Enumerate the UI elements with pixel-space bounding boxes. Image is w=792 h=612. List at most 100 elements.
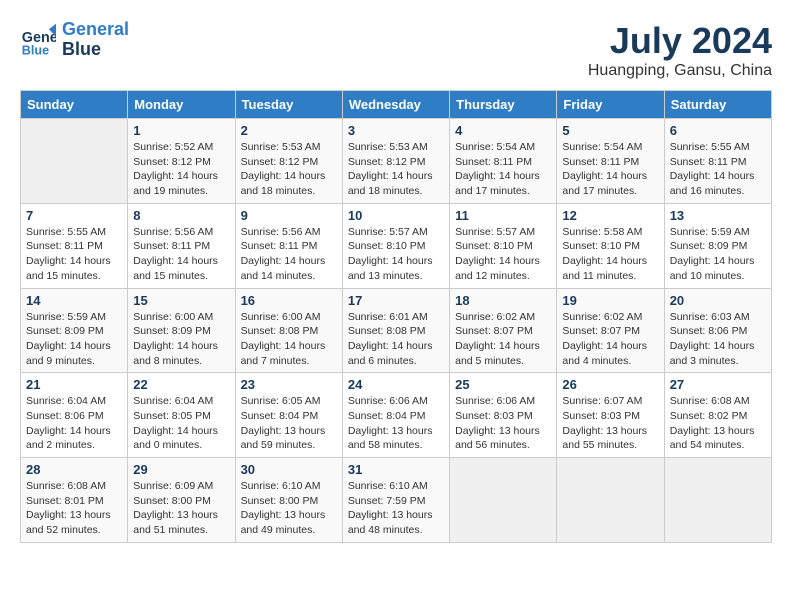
day-number: 18 [455,293,551,308]
calendar-cell [557,458,664,543]
day-number: 23 [241,377,337,392]
day-number: 11 [455,208,551,223]
calendar-cell: 23 Sunrise: 6:05 AM Sunset: 8:04 PM Dayli… [235,373,342,458]
calendar-cell: 25Sunrise: 6:06 AM Sunset: 8:03 PM Dayli… [450,373,557,458]
column-header-monday: Monday [128,91,235,119]
day-info: Sunrise: 6:02 AM Sunset: 8:07 PM Dayligh… [455,310,551,369]
day-info: Sunrise: 6:02 AM Sunset: 8:07 PM Dayligh… [562,310,658,369]
day-number: 5 [562,123,658,138]
logo-icon: General Blue [20,22,56,58]
day-info: Sunrise: 6:04 AM Sunset: 8:06 PM Dayligh… [26,394,122,453]
day-info: Sunrise: 5:57 AM Sunset: 8:10 PM Dayligh… [348,225,444,284]
day-number: 1 [133,123,229,138]
page-header: General Blue GeneralBlue July 2024 Huang… [20,20,772,80]
column-header-sunday: Sunday [21,91,128,119]
day-number: 16 [241,293,337,308]
day-number: 28 [26,462,122,477]
calendar-cell: 26Sunrise: 6:07 AM Sunset: 8:03 PM Dayli… [557,373,664,458]
calendar-cell: 7Sunrise: 5:55 AM Sunset: 8:11 PM Daylig… [21,203,128,288]
day-info: Sunrise: 5:55 AM Sunset: 8:11 PM Dayligh… [670,140,766,199]
calendar-cell: 28 Sunrise: 6:08 AM Sunset: 8:01 PM Dayli… [21,458,128,543]
calendar-cell: 29 Sunrise: 6:09 AM Sunset: 8:00 PM Dayli… [128,458,235,543]
day-number: 7 [26,208,122,223]
day-info: Sunrise: 6:03 AM Sunset: 8:06 PM Dayligh… [670,310,766,369]
calendar-cell: 13 Sunrise: 5:59 AM Sunset: 8:09 PM Dayli… [664,203,771,288]
column-header-saturday: Saturday [664,91,771,119]
calendar-cell: 30Sunrise: 6:10 AM Sunset: 8:00 PM Dayli… [235,458,342,543]
day-info: Sunrise: 6:06 AM Sunset: 8:04 PM Dayligh… [348,394,444,453]
day-info: Sunrise: 6:05 AM Sunset: 8:04 PM Dayligh… [241,394,337,453]
calendar-cell: 12 Sunrise: 5:58 AM Sunset: 8:10 PM Dayli… [557,203,664,288]
day-info: Sunrise: 5:53 AM Sunset: 8:12 PM Dayligh… [348,140,444,199]
calendar-header-row: SundayMondayTuesdayWednesdayThursdayFrid… [21,91,772,119]
day-info: Sunrise: 5:54 AM Sunset: 8:11 PM Dayligh… [562,140,658,199]
column-header-thursday: Thursday [450,91,557,119]
calendar-cell: 31Sunrise: 6:10 AM Sunset: 7:59 PM Dayli… [342,458,449,543]
column-header-tuesday: Tuesday [235,91,342,119]
day-info: Sunrise: 5:57 AM Sunset: 8:10 PM Dayligh… [455,225,551,284]
calendar-cell: 5 Sunrise: 5:54 AM Sunset: 8:11 PM Daylig… [557,119,664,204]
day-info: Sunrise: 6:00 AM Sunset: 8:08 PM Dayligh… [241,310,337,369]
day-number: 3 [348,123,444,138]
day-info: Sunrise: 5:52 AM Sunset: 8:12 PM Dayligh… [133,140,229,199]
day-info: Sunrise: 6:10 AM Sunset: 8:00 PM Dayligh… [241,479,337,538]
day-info: Sunrise: 5:56 AM Sunset: 8:11 PM Dayligh… [241,225,337,284]
calendar-week-row: 21Sunrise: 6:04 AM Sunset: 8:06 PM Dayli… [21,373,772,458]
day-number: 25 [455,377,551,392]
column-header-friday: Friday [557,91,664,119]
day-info: Sunrise: 6:08 AM Sunset: 8:01 PM Dayligh… [26,479,122,538]
calendar-cell: 15 Sunrise: 6:00 AM Sunset: 8:09 PM Dayli… [128,288,235,373]
logo-text: GeneralBlue [62,20,129,60]
calendar-week-row: 28 Sunrise: 6:08 AM Sunset: 8:01 PM Dayli… [21,458,772,543]
calendar-week-row: 1 Sunrise: 5:52 AM Sunset: 8:12 PM Daylig… [21,119,772,204]
day-number: 26 [562,377,658,392]
day-info: Sunrise: 5:54 AM Sunset: 8:11 PM Dayligh… [455,140,551,199]
day-number: 6 [670,123,766,138]
day-number: 15 [133,293,229,308]
day-info: Sunrise: 6:01 AM Sunset: 8:08 PM Dayligh… [348,310,444,369]
calendar-cell: 14 Sunrise: 5:59 AM Sunset: 8:09 PM Dayli… [21,288,128,373]
day-number: 29 [133,462,229,477]
month-title: July 2024 [588,20,772,62]
day-number: 24 [348,377,444,392]
day-number: 19 [562,293,658,308]
day-number: 12 [562,208,658,223]
day-info: Sunrise: 6:08 AM Sunset: 8:02 PM Dayligh… [670,394,766,453]
calendar-cell: 19 Sunrise: 6:02 AM Sunset: 8:07 PM Dayli… [557,288,664,373]
day-info: Sunrise: 6:00 AM Sunset: 8:09 PM Dayligh… [133,310,229,369]
calendar-cell: 9 Sunrise: 5:56 AM Sunset: 8:11 PM Daylig… [235,203,342,288]
day-number: 4 [455,123,551,138]
calendar-cell: 1 Sunrise: 5:52 AM Sunset: 8:12 PM Daylig… [128,119,235,204]
calendar-week-row: 7Sunrise: 5:55 AM Sunset: 8:11 PM Daylig… [21,203,772,288]
calendar-week-row: 14 Sunrise: 5:59 AM Sunset: 8:09 PM Dayli… [21,288,772,373]
day-info: Sunrise: 6:10 AM Sunset: 7:59 PM Dayligh… [348,479,444,538]
calendar-cell: 8Sunrise: 5:56 AM Sunset: 8:11 PM Daylig… [128,203,235,288]
calendar-cell: 27Sunrise: 6:08 AM Sunset: 8:02 PM Dayli… [664,373,771,458]
day-number: 8 [133,208,229,223]
day-info: Sunrise: 5:59 AM Sunset: 8:09 PM Dayligh… [26,310,122,369]
calendar-cell: 17 Sunrise: 6:01 AM Sunset: 8:08 PM Dayli… [342,288,449,373]
location-title: Huangping, Gansu, China [588,62,772,80]
calendar-cell: 3 Sunrise: 5:53 AM Sunset: 8:12 PM Daylig… [342,119,449,204]
day-number: 14 [26,293,122,308]
calendar-cell: 4 Sunrise: 5:54 AM Sunset: 8:11 PM Daylig… [450,119,557,204]
calendar-cell: 24 Sunrise: 6:06 AM Sunset: 8:04 PM Dayli… [342,373,449,458]
day-number: 17 [348,293,444,308]
column-header-wednesday: Wednesday [342,91,449,119]
calendar-cell: 10Sunrise: 5:57 AM Sunset: 8:10 PM Dayli… [342,203,449,288]
calendar-table: SundayMondayTuesdayWednesdayThursdayFrid… [20,90,772,543]
calendar-cell: 21Sunrise: 6:04 AM Sunset: 8:06 PM Dayli… [21,373,128,458]
calendar-cell: 16 Sunrise: 6:00 AM Sunset: 8:08 PM Dayli… [235,288,342,373]
calendar-cell: 11 Sunrise: 5:57 AM Sunset: 8:10 PM Dayli… [450,203,557,288]
calendar-cell [21,119,128,204]
day-number: 22 [133,377,229,392]
day-number: 20 [670,293,766,308]
day-info: Sunrise: 5:59 AM Sunset: 8:09 PM Dayligh… [670,225,766,284]
calendar-cell: 18 Sunrise: 6:02 AM Sunset: 8:07 PM Dayli… [450,288,557,373]
calendar-cell: 22Sunrise: 6:04 AM Sunset: 8:05 PM Dayli… [128,373,235,458]
day-info: Sunrise: 6:09 AM Sunset: 8:00 PM Dayligh… [133,479,229,538]
day-info: Sunrise: 5:58 AM Sunset: 8:10 PM Dayligh… [562,225,658,284]
day-number: 9 [241,208,337,223]
calendar-cell: 20 Sunrise: 6:03 AM Sunset: 8:06 PM Dayli… [664,288,771,373]
day-number: 13 [670,208,766,223]
